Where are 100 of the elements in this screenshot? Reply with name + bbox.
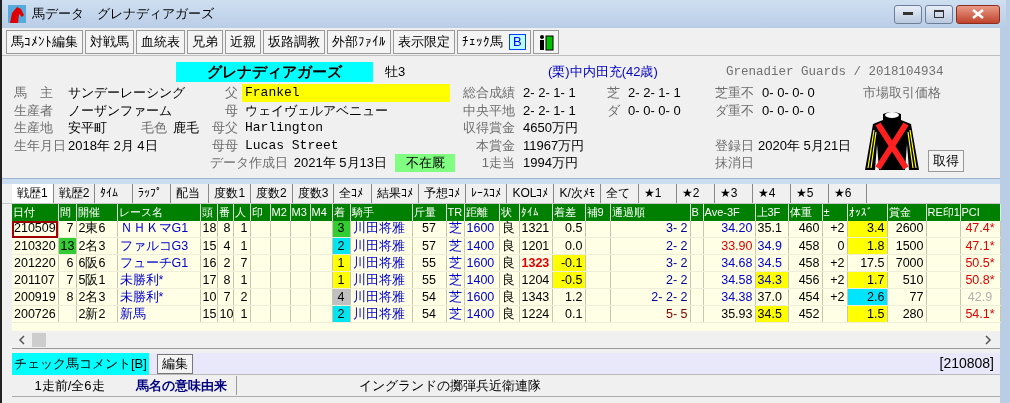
close-button[interactable] <box>956 4 1000 24</box>
table-cell: 良 <box>499 305 519 323</box>
toolbar-button[interactable]: 表示限定 <box>393 30 455 54</box>
field-value: ノーザンファーム <box>68 101 172 119</box>
name-meaning: イングランドの擲弾兵近衛連隊 <box>358 376 541 395</box>
table-cell: 34.58 <box>703 271 755 289</box>
table-cell: 57 <box>412 220 446 238</box>
field-label: 母 <box>224 101 238 119</box>
table-cell: 34.68 <box>703 254 755 272</box>
table-cell: 2東6 <box>76 220 117 238</box>
toolbar-button[interactable]: 兄弟 <box>187 30 223 54</box>
tab[interactable]: ★5 <box>790 183 829 203</box>
tab[interactable]: 予想ｺﾒ <box>419 183 467 203</box>
table-cell: 芝 <box>446 237 464 255</box>
table-cell: 55 <box>412 271 446 289</box>
table-cell: 川田将雅 <box>350 305 412 323</box>
table-cell: 新馬 <box>117 305 200 323</box>
table-cell: +2 <box>822 271 847 289</box>
table-cell: 1600 <box>464 254 499 272</box>
edit-button[interactable]: 編集 <box>156 353 193 374</box>
field-label: 母父 <box>211 119 238 137</box>
tab[interactable]: ★3 <box>714 183 753 203</box>
table-cell: 7 <box>217 288 233 306</box>
table-cell: 37.0 <box>755 288 788 306</box>
pedigree-value: Frankel <box>242 84 450 102</box>
table-cell: 47.1* <box>960 237 1000 255</box>
tab[interactable]: 度数2 <box>251 183 293 203</box>
minimize-button[interactable] <box>893 4 922 24</box>
field-value: 1994万円 <box>523 154 578 172</box>
toolbar-button[interactable]: ﾁｪｯｸ馬 B <box>457 30 531 54</box>
pedigree-value: Harlington <box>244 119 324 137</box>
field-value: 0- 0- 0- 0 <box>762 101 815 119</box>
field-label: 父 <box>224 84 238 102</box>
scroll-left-icon[interactable] <box>18 334 26 345</box>
table-cell: 280 <box>887 305 926 323</box>
field-value: 2021年 5月13日 <box>293 154 387 172</box>
tab[interactable]: 戦歴2 <box>53 183 96 203</box>
table-cell: 1400 <box>464 305 499 323</box>
table-cell: 34.5 <box>755 254 788 272</box>
table-cell: 460 <box>788 220 822 238</box>
table-cell: 34.9 <box>755 237 788 255</box>
toolbar-button[interactable]: 血統表 <box>136 30 185 54</box>
table-cell: 1224 <box>519 305 552 323</box>
table-cell: 510 <box>887 271 926 289</box>
tab[interactable]: 全て <box>600 183 639 203</box>
tab[interactable]: ﾚｰｽｺﾒ <box>466 183 508 203</box>
tab[interactable]: ﾀｲﾑ <box>95 183 134 203</box>
table-cell: 452 <box>788 305 822 323</box>
table-cell: 0.0 <box>552 237 585 255</box>
field-label: 収得賞金 <box>462 119 515 137</box>
table-cell: 33.90 <box>703 237 755 255</box>
sex-age: 牡3 <box>384 63 407 82</box>
scroll-right-icon[interactable] <box>984 334 992 345</box>
table-cell: 201220 <box>12 254 58 272</box>
table-cell: 2- 2- 2 <box>610 288 690 306</box>
maximize-button[interactable] <box>924 4 953 24</box>
tab[interactable]: ★6 <box>828 183 867 203</box>
toolbar-button[interactable]: 外部ﾌｧｲﾙ <box>327 30 391 54</box>
table-cell: 2 <box>233 288 250 306</box>
field-label: データ作成日 <box>209 154 288 172</box>
table-cell: 201107 <box>12 271 58 289</box>
table-cell: 8 <box>217 271 233 289</box>
toolbar-button[interactable]: 近親 <box>225 30 261 54</box>
tab[interactable]: K/次ﾒﾓ <box>554 183 601 203</box>
person-icon[interactable] <box>532 30 559 54</box>
tab[interactable]: ★4 <box>752 183 791 203</box>
tab[interactable]: 全ｺﾒ <box>334 183 373 203</box>
table-cell: 未勝利* <box>117 271 200 289</box>
tab[interactable]: 配当 <box>171 183 210 203</box>
scroll-thumb[interactable] <box>32 332 46 347</box>
tab[interactable]: ★2 <box>676 183 715 203</box>
table-cell: 1323 <box>519 254 552 272</box>
field-label: 総合成績 <box>462 84 515 102</box>
table-cell: 200919 <box>12 288 58 306</box>
tab[interactable]: 結果ｺﾒ <box>372 183 420 203</box>
table-cell: 3- 2 <box>610 220 690 238</box>
tab[interactable]: 度数1 <box>209 183 252 203</box>
table-cell: 35.1 <box>755 220 788 238</box>
toolbar-button[interactable]: 対戦馬 <box>85 30 134 54</box>
table-cell: 1400 <box>464 271 499 289</box>
table-cell: 芝 <box>446 288 464 306</box>
field-value: 2- 2- 1- 1 <box>523 101 576 119</box>
table-cell: 1201 <box>519 237 552 255</box>
tab[interactable]: ★1 <box>638 183 677 203</box>
table-cell: 2名3 <box>76 237 117 255</box>
tab[interactable]: ﾗｯﾌﾟ <box>133 183 172 203</box>
tab[interactable]: KOLｺﾒ <box>507 183 555 203</box>
horse-icon <box>8 5 26 23</box>
table-cell: 4 <box>217 237 233 255</box>
table-cell: 8 <box>58 288 76 306</box>
table-cell: 458 <box>788 237 822 255</box>
table-cell: 1 <box>233 220 250 238</box>
table-cell: 7 <box>58 220 76 238</box>
tab[interactable]: 度数3 <box>292 183 335 203</box>
toolbar-button[interactable]: 坂路調教 <box>263 30 325 54</box>
pedigree-value: Lucas Street <box>244 136 340 154</box>
table-cell: 1343 <box>519 288 552 306</box>
trainer-name: (栗)中内田充(42歳) <box>548 63 659 82</box>
get-button[interactable]: 取得 <box>927 149 964 172</box>
toolbar-button[interactable]: 馬ｺﾒﾝﾄ編集 <box>6 30 83 54</box>
